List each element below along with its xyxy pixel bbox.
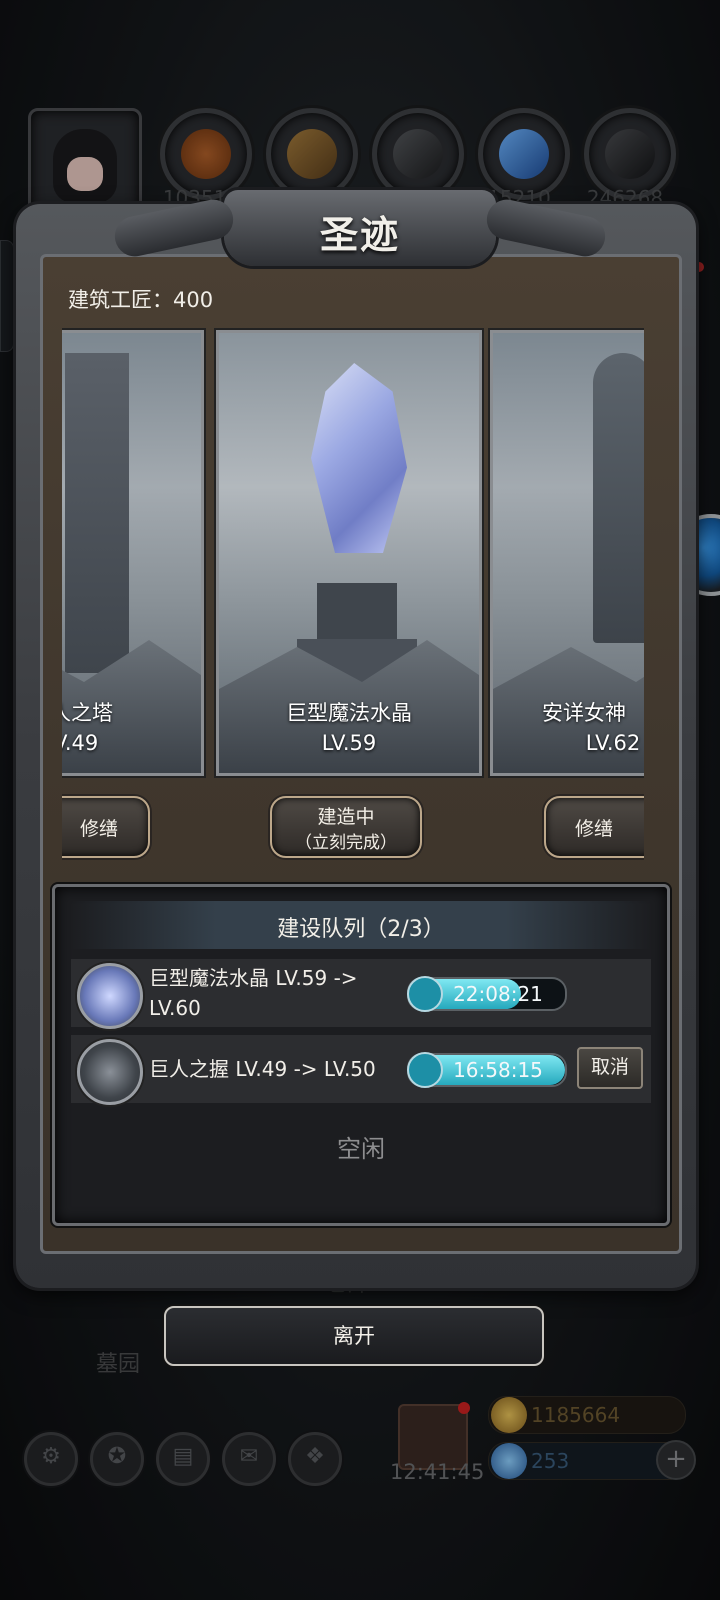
- queue-item-text: 巨型魔法水晶 LV.59 -> LV.60: [149, 963, 358, 1023]
- cancel-button[interactable]: 取消: [577, 1047, 643, 1089]
- crystal-icon: [77, 963, 143, 1029]
- leave-button[interactable]: 离开: [164, 1306, 544, 1366]
- pedestal-art: [317, 583, 397, 643]
- statue-art: [593, 353, 644, 643]
- tower-art: [65, 353, 129, 673]
- building-level: LV.49: [62, 731, 99, 755]
- button-label: 建造中: [317, 806, 375, 828]
- button-label: 修缮: [574, 818, 613, 840]
- speedup-button[interactable]: 建造中 （立刻完成）: [270, 796, 422, 858]
- building-card-magic-crystal[interactable]: 巨型魔法水晶 LV.59: [216, 330, 482, 776]
- building-card-serene-goddess[interactable]: 安详女神 LV.62: [490, 330, 644, 776]
- giant-fist-icon: [77, 1039, 143, 1105]
- queue-item: 巨型魔法水晶 LV.59 -> LV.60 22:08:21: [71, 959, 651, 1029]
- building-level: LV.59: [321, 731, 377, 755]
- queue-item-line1: 巨型魔法水晶 LV.59 ->: [149, 966, 358, 990]
- queue-item: 巨人之握 LV.49 -> LV.50 16:58:15 取消: [71, 1035, 651, 1105]
- build-queue-panel: 建设队列（2/3） 巨型魔法水晶 LV.59 -> LV.60 22:08:21…: [52, 884, 670, 1226]
- button-label: 修缮: [79, 818, 118, 840]
- timer-text: 22:08:21: [453, 982, 543, 1006]
- building-name: 巨型魔法水晶: [286, 701, 412, 725]
- repair-button-right[interactable]: 修缮: [544, 796, 644, 858]
- timer-text: 16:58:15: [453, 1058, 543, 1082]
- building-name: 巨人之塔: [62, 701, 113, 725]
- building-card-giant-tower[interactable]: 巨人之塔 LV.49: [62, 330, 204, 776]
- button-sublabel: （立刻完成）: [295, 833, 397, 853]
- queue-item-line1: 巨人之握 LV.49 -> LV.50: [149, 1057, 376, 1081]
- modal-title: 圣迹: [319, 212, 400, 257]
- builder-count: 建筑工匠：400: [68, 288, 214, 312]
- building-carousel[interactable]: 巨人之塔 LV.49 巨型魔法水晶 LV.59 安详女神 LV.62 修缮 建造…: [62, 324, 644, 864]
- progress-timer: 16:58:15: [407, 1052, 567, 1088]
- idle-slot: 空闲: [337, 1135, 385, 1163]
- building-name: 安详女神: [542, 701, 626, 725]
- repair-button-left[interactable]: 修缮: [62, 796, 150, 858]
- queue-item-text: 巨人之握 LV.49 -> LV.50: [149, 1054, 376, 1084]
- progress-timer: 22:08:21: [407, 976, 567, 1012]
- queue-title: 建设队列（2/3）: [277, 917, 445, 942]
- building-level: LV.62: [585, 731, 641, 755]
- queue-item-line2: LV.60: [149, 996, 201, 1020]
